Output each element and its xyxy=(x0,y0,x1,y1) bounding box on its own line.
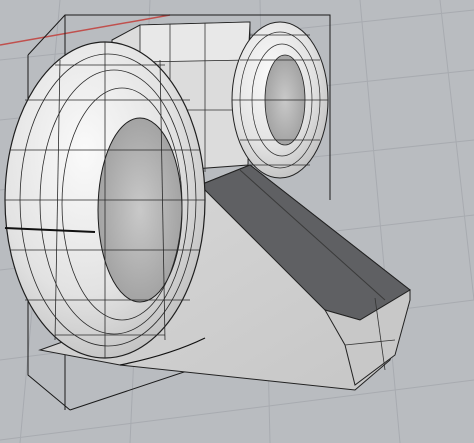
right-torus[interactable] xyxy=(231,21,329,179)
left-torus[interactable] xyxy=(4,41,206,359)
scene-canvas[interactable] xyxy=(0,0,474,443)
3d-viewport[interactable] xyxy=(0,0,474,443)
